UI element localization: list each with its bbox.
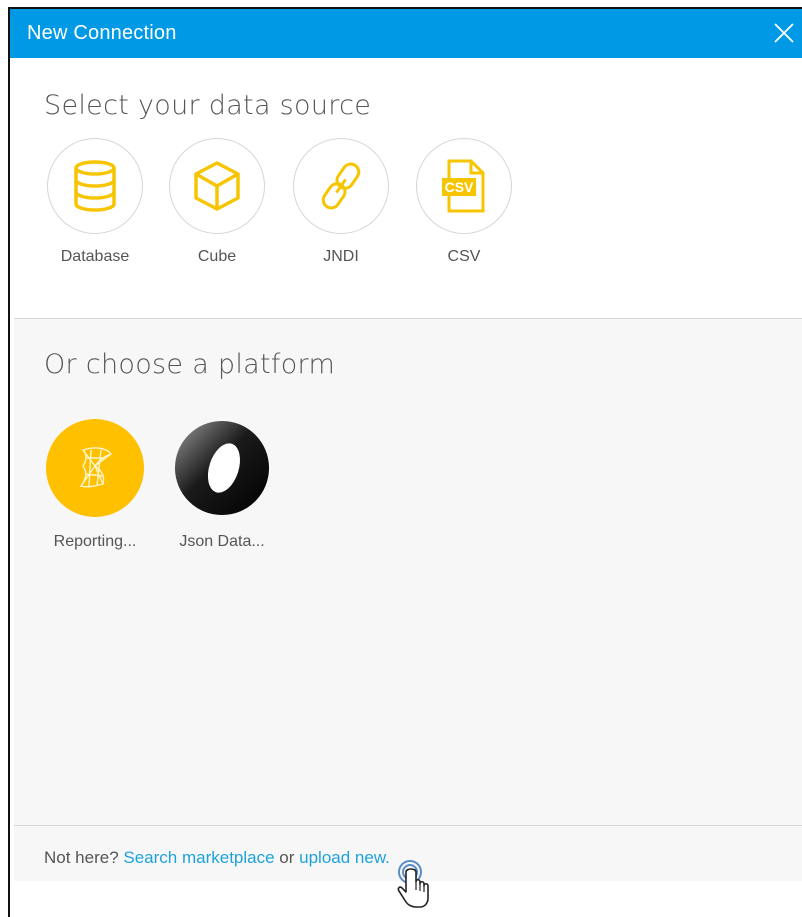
dialog-title: New Connection bbox=[27, 22, 177, 44]
platform-reporting[interactable]: Reporting... bbox=[45, 419, 145, 551]
link-icon bbox=[321, 162, 361, 210]
data-source-label: JNDI bbox=[323, 248, 359, 265]
new-connection-dialog: New Connection Select your data source D… bbox=[8, 7, 802, 917]
database-icon bbox=[74, 160, 116, 212]
data-source-heading: Select your data source bbox=[44, 90, 372, 121]
footer-message: Not here? Search marketplace or upload n… bbox=[44, 848, 390, 868]
data-source-jndi[interactable]: JNDI bbox=[291, 138, 391, 266]
platform-label: Reporting... bbox=[53, 533, 137, 550]
data-source-section: Select your data source Database Cube JN… bbox=[10, 58, 802, 318]
close-icon bbox=[774, 23, 794, 43]
search-marketplace-link[interactable]: Search marketplace bbox=[123, 848, 274, 867]
data-source-csv[interactable]: CSV CSV bbox=[414, 138, 514, 266]
cube-icon bbox=[194, 161, 240, 211]
data-source-cube[interactable]: Cube bbox=[167, 138, 267, 266]
close-button[interactable] bbox=[770, 19, 798, 47]
platform-label: Json Data... bbox=[179, 533, 265, 550]
footer-prefix: Not here? bbox=[44, 848, 124, 867]
footer-middle: or bbox=[274, 848, 300, 867]
data-source-label: CSV bbox=[447, 248, 481, 265]
csv-icon-text: CSV bbox=[445, 179, 474, 195]
reporting-services-icon bbox=[79, 447, 113, 488]
dialog-header: New Connection bbox=[10, 9, 802, 58]
data-source-database[interactable]: Database bbox=[45, 138, 145, 266]
json-data-icon bbox=[174, 420, 270, 516]
platform-heading: Or choose a platform bbox=[44, 349, 336, 380]
platform-json-data[interactable]: Json Data... bbox=[167, 419, 277, 551]
upload-new-link[interactable]: upload new. bbox=[299, 848, 390, 867]
data-source-label: Database bbox=[60, 248, 130, 265]
csv-file-icon: CSV bbox=[442, 159, 485, 213]
platform-section: Or choose a platform Reporting... Json D… bbox=[14, 319, 802, 827]
hand-cursor-icon bbox=[392, 860, 432, 915]
data-source-label: Cube bbox=[197, 248, 237, 265]
